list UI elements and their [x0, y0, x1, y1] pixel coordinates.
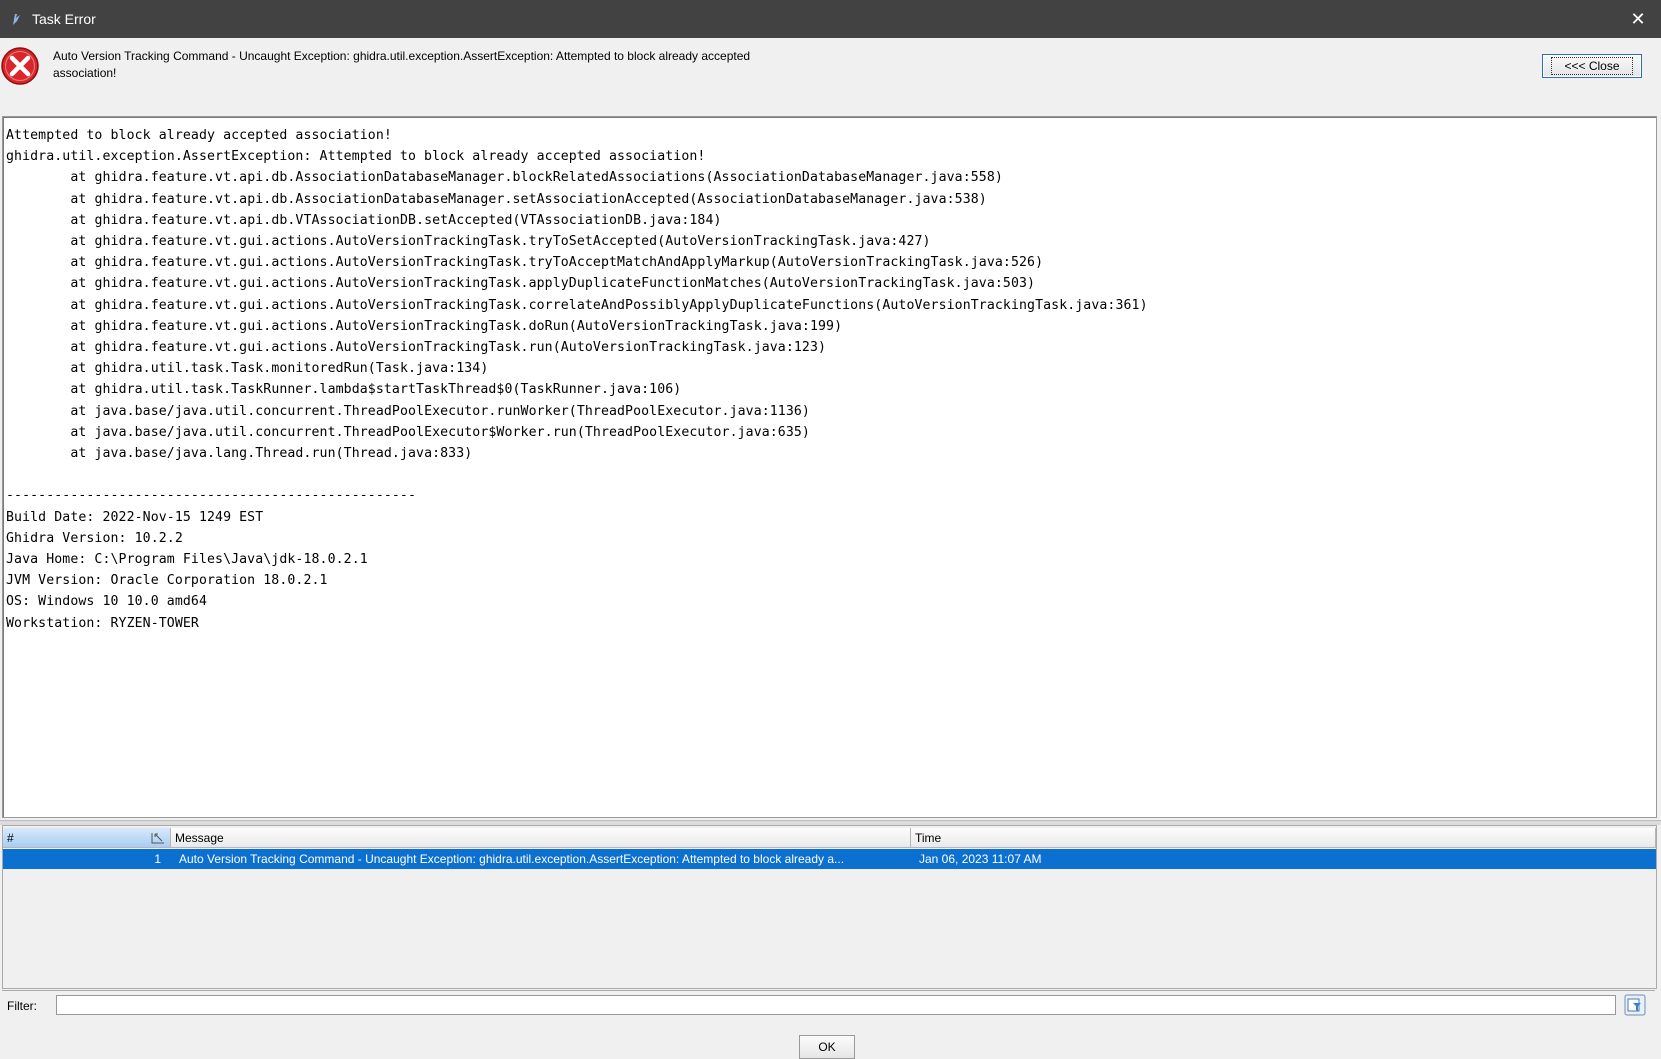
error-header: Auto Version Tracking Command - Uncaught…	[0, 38, 1661, 114]
filter-label: Filter:	[7, 999, 37, 1013]
sort-column-icon[interactable]	[150, 831, 166, 845]
table-header: # Message Time	[3, 828, 1656, 848]
close-details-button[interactable]: <<< Close	[1542, 54, 1642, 78]
stack-trace-text: Attempted to block already accepted asso…	[6, 128, 1148, 631]
column-header-number[interactable]: #	[3, 828, 171, 848]
row-time: Jan 06, 2023 11:07 AM	[919, 852, 1042, 866]
row-number: 1	[154, 852, 161, 866]
stack-trace-panel[interactable]: Attempted to block already accepted asso…	[2, 116, 1657, 818]
error-message: Auto Version Tracking Command - Uncaught…	[53, 49, 751, 80]
error-table: # Message Time 1 Auto Version Tracking C…	[2, 825, 1657, 989]
column-header-message[interactable]: Message	[171, 828, 911, 848]
column-label-number: #	[7, 830, 14, 845]
table-row[interactable]: 1 Auto Version Tracking Command - Uncaug…	[3, 849, 1656, 869]
column-label-time: Time	[915, 830, 942, 845]
window-title: Task Error	[32, 11, 96, 27]
filter-input[interactable]	[56, 995, 1616, 1015]
ghidra-dragon-icon	[10, 11, 24, 27]
filter-bar: Filter:	[2, 990, 1655, 1021]
table-empty-area	[3, 869, 1656, 986]
column-label-message: Message	[175, 830, 224, 845]
ok-button[interactable]: OK	[799, 1035, 855, 1059]
title-bar: Task Error ✕	[0, 0, 1661, 38]
close-details-label: <<< Close	[1551, 57, 1633, 75]
row-message: Auto Version Tracking Command - Uncaught…	[179, 852, 845, 866]
filter-options-icon[interactable]	[1624, 994, 1646, 1016]
window-close-icon[interactable]: ✕	[1615, 0, 1661, 38]
column-header-time[interactable]: Time	[911, 828, 1656, 848]
error-icon	[0, 46, 40, 86]
